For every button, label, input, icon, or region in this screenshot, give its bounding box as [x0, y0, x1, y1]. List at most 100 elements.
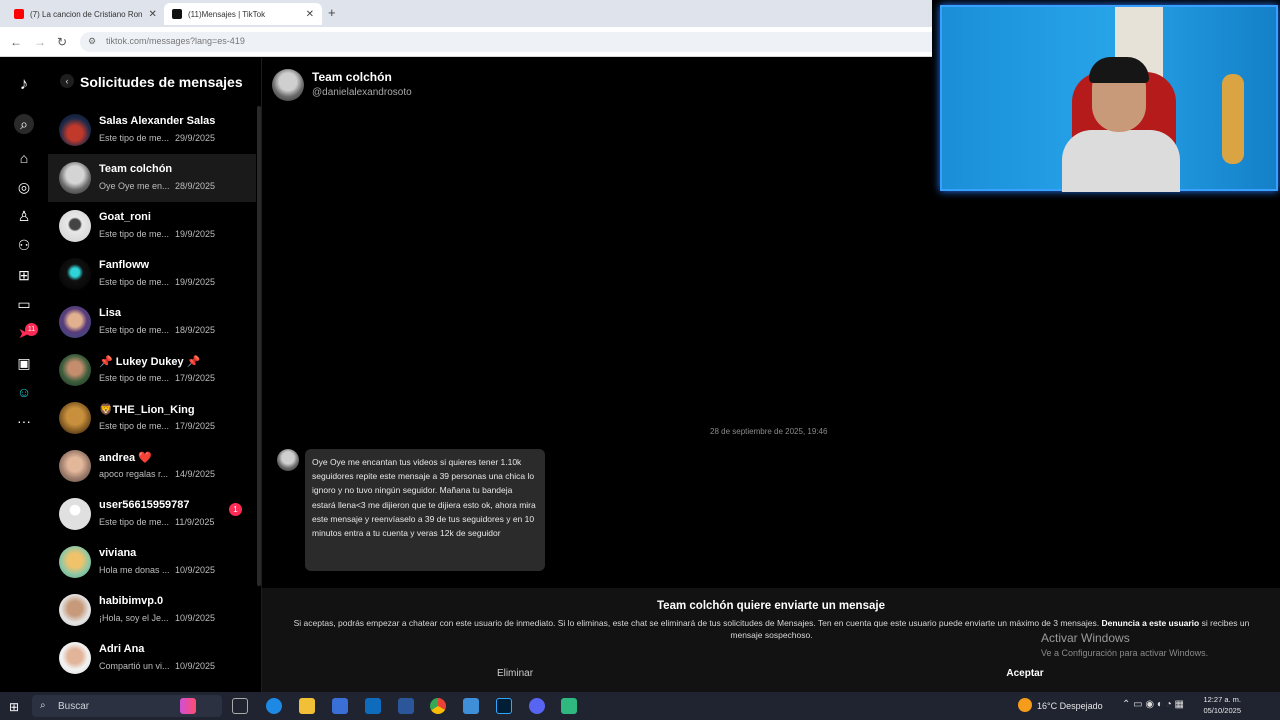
- list-item[interactable]: 📌 Lukey Dukey 📌 Este tipo de me... 17/9/…: [48, 346, 256, 394]
- forward-icon[interactable]: →: [34, 35, 46, 49]
- widget-icon[interactable]: [180, 698, 196, 714]
- close-icon[interactable]: ✕: [300, 9, 314, 20]
- list-item[interactable]: Goat_roni Este tipo de me... 19/9/2025: [48, 202, 256, 250]
- webcam-person-body: [1062, 130, 1180, 192]
- search-icon: ⌕: [40, 700, 46, 711]
- word-icon[interactable]: [398, 698, 414, 714]
- message-preview: Compartió un vi...: [99, 661, 170, 671]
- message-date: 17/9/2025: [175, 421, 216, 431]
- list-item[interactable]: habibimvp.0 ¡Hola, soy el Je... 10/9/202…: [48, 586, 256, 634]
- contact-name: viviana: [99, 547, 137, 559]
- contact-name: 📌 Lukey Dukey 📌: [99, 356, 201, 368]
- search-icon[interactable]: ⌕: [14, 114, 34, 134]
- delete-button[interactable]: Eliminar: [470, 664, 560, 684]
- explore-icon[interactable]: ◎: [14, 177, 34, 197]
- list-item[interactable]: Team colchón Oye Oye me en... 28/9/2025: [48, 154, 256, 202]
- webcam-giraffe-toy: [1222, 74, 1244, 164]
- avatar: [59, 306, 91, 338]
- photoshop-icon[interactable]: [496, 698, 512, 714]
- message-date: 17/9/2025: [175, 373, 216, 383]
- mail-icon[interactable]: [463, 698, 479, 714]
- avatar: [59, 546, 91, 578]
- url-field[interactable]: tiktok.com/messages?lang=es-419: [80, 32, 940, 52]
- tiktok-logo-icon[interactable]: ♪: [14, 74, 34, 94]
- windows-start-icon[interactable]: ⊞: [9, 700, 19, 714]
- unread-badge: 1: [229, 503, 242, 516]
- upload-icon[interactable]: ⊞: [14, 265, 34, 285]
- inbox-badge: 11: [25, 323, 38, 336]
- chat-contact-name[interactable]: Team colchón: [312, 70, 392, 84]
- list-item[interactable]: Fanfloww Este tipo de me... 19/9/2025: [48, 250, 256, 298]
- message-preview: ¡Hola, soy el Je...: [99, 613, 169, 623]
- site-info-icon[interactable]: ⚙: [88, 36, 96, 47]
- outlook-icon[interactable]: [365, 698, 381, 714]
- report-user-link[interactable]: Denuncia a este usuario: [1101, 618, 1199, 628]
- reload-icon[interactable]: ↻: [57, 35, 67, 49]
- avatar: [59, 402, 91, 434]
- message-preview: Este tipo de me...: [99, 517, 170, 527]
- contact-name: user56615959787: [99, 499, 190, 511]
- avatar: [59, 114, 91, 146]
- avatar: [59, 162, 91, 194]
- browser-tab-tiktok[interactable]: (11)Mensajes | TikTok ✕: [164, 3, 322, 25]
- message-date: 10/9/2025: [175, 661, 216, 671]
- browser-tab-youtube[interactable]: (7) La cancion de Cristiano Ron ✕: [6, 3, 162, 25]
- app-icon[interactable]: [561, 698, 577, 714]
- following-icon[interactable]: ♙: [14, 206, 34, 226]
- file-explorer-icon[interactable]: [299, 698, 315, 714]
- back-icon[interactable]: ←: [10, 35, 22, 49]
- friends-icon[interactable]: ⚇: [14, 235, 34, 255]
- more-icon[interactable]: ···: [14, 411, 34, 431]
- avatar: [59, 210, 91, 242]
- message-date: 19/9/2025: [175, 277, 216, 287]
- webcam-person-hair: [1089, 57, 1149, 83]
- avatar: [59, 594, 91, 626]
- contact-name: 🦁THE_Lion_King: [99, 404, 195, 416]
- list-item[interactable]: andrea ❤️ apoco regalas r... 14/9/2025: [48, 442, 256, 490]
- list-title: Solicitudes de mensajes: [80, 74, 243, 90]
- weather-text[interactable]: 16°C Despejado: [1037, 701, 1103, 711]
- messages-icon[interactable]: ▭: [14, 294, 34, 314]
- back-button[interactable]: ‹: [60, 74, 74, 88]
- list-item[interactable]: viviana Hola me donas ... 10/9/2025: [48, 538, 256, 586]
- avatar: [59, 498, 91, 530]
- profile-icon[interactable]: ☺: [14, 382, 34, 402]
- avatar: [59, 258, 91, 290]
- new-tab-button[interactable]: +: [328, 5, 336, 20]
- list-item[interactable]: user56615959787 Este tipo de me... 11/9/…: [48, 490, 256, 538]
- message-date: 18/9/2025: [175, 325, 216, 335]
- message-preview: Este tipo de me...: [99, 421, 170, 431]
- discord-icon[interactable]: [529, 698, 545, 714]
- weather-icon[interactable]: [1018, 698, 1032, 712]
- chrome-icon[interactable]: [430, 698, 446, 714]
- list-scrollbar[interactable]: [257, 106, 261, 586]
- taskbar-search-placeholder: Buscar: [58, 701, 90, 712]
- message-preview: Este tipo de me...: [99, 133, 170, 143]
- task-view-icon[interactable]: [232, 698, 248, 714]
- avatar: [59, 642, 91, 674]
- list-item[interactable]: 🦁THE_Lion_King Este tipo de me... 17/9/2…: [48, 394, 256, 442]
- chat-contact-handle: @danielalexandrosoto: [312, 87, 412, 98]
- edge-icon[interactable]: [266, 698, 282, 714]
- clock-time[interactable]: 12:27 a. m.: [1203, 695, 1241, 704]
- avatar[interactable]: [272, 69, 304, 101]
- store-icon[interactable]: [332, 698, 348, 714]
- contact-name: Lisa: [99, 307, 122, 319]
- message-date: 29/9/2025: [175, 133, 216, 143]
- date-separator: 28 de septiembre de 2025, 19:46: [710, 427, 828, 436]
- avatar: [59, 354, 91, 386]
- request-title: Team colchón quiere enviarte un mensaje: [657, 600, 885, 612]
- list-item[interactable]: Adri Ana Compartió un vi... 10/9/2025: [48, 634, 256, 682]
- home-icon[interactable]: ⌂: [14, 148, 34, 168]
- close-icon[interactable]: ✕: [143, 9, 157, 20]
- system-tray-icons[interactable]: ⌃ ▭ ◉ ◐ ◔ ▦: [1122, 699, 1184, 710]
- list-item[interactable]: Lisa Este tipo de me... 18/9/2025: [48, 298, 256, 346]
- activation-watermark-title: Activar Windows: [1041, 631, 1130, 645]
- list-item[interactable]: Salas Alexander Salas Este tipo de me...…: [48, 106, 256, 154]
- clock-date[interactable]: 05/10/2025: [1201, 706, 1241, 715]
- accept-button[interactable]: Aceptar: [985, 664, 1065, 684]
- avatar: [59, 450, 91, 482]
- message-preview: Hola me donas ...: [99, 565, 170, 575]
- message-date: 19/9/2025: [175, 229, 216, 239]
- live-icon[interactable]: ▣: [14, 353, 34, 373]
